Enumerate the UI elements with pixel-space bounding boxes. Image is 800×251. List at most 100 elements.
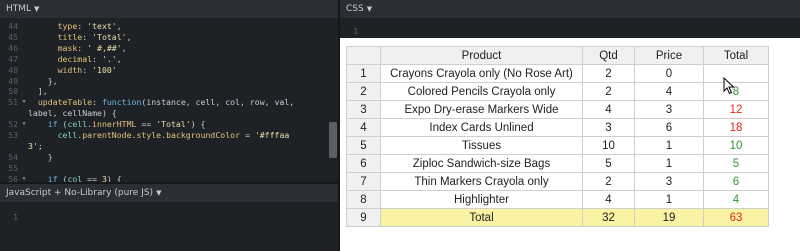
code-line: 48 width: '100' bbox=[0, 65, 328, 76]
price-cell[interactable]: 4 bbox=[634, 82, 704, 101]
code-token: , bbox=[116, 21, 122, 31]
price-cell[interactable]: 3 bbox=[634, 100, 704, 119]
code-line: 56 ▼ if (col == 3) { bbox=[0, 174, 328, 182]
qtd-cell[interactable]: 5 bbox=[582, 154, 635, 173]
price-cell[interactable]: 1 bbox=[634, 154, 704, 173]
code-token: style bbox=[136, 130, 162, 140]
product-cell[interactable]: Index Cards Unlined bbox=[380, 118, 583, 137]
row-number-cell[interactable]: 2 bbox=[346, 82, 381, 101]
total-cell[interactable]: 18 bbox=[703, 118, 769, 137]
html-panel-label: HTML bbox=[6, 4, 32, 14]
code-line: 49 }, bbox=[0, 76, 328, 87]
code-token: ) { bbox=[190, 119, 206, 130]
total-cell[interactable]: 10 bbox=[703, 136, 769, 155]
code-token: == bbox=[136, 119, 157, 130]
price-cell[interactable]: 6 bbox=[634, 118, 704, 137]
row-number-cell[interactable]: 7 bbox=[346, 172, 381, 191]
code-token: 'Total' bbox=[156, 119, 191, 130]
css-panel-header[interactable]: CSS ▼ bbox=[340, 0, 800, 18]
total-cell[interactable]: 5 bbox=[703, 154, 769, 173]
row-number-cell[interactable]: 4 bbox=[346, 118, 381, 137]
total-cell[interactable]: 12 bbox=[703, 100, 769, 119]
code-token: type bbox=[57, 21, 78, 31]
qtd-cell[interactable]: 4 bbox=[582, 190, 635, 209]
qtd-cell[interactable]: 3 bbox=[582, 118, 635, 137]
code-token: decimal bbox=[57, 53, 93, 64]
price-cell[interactable]: 1 bbox=[634, 190, 704, 209]
line-number: 56 bbox=[8, 173, 18, 182]
qtd-cell[interactable]: 4 bbox=[582, 100, 635, 119]
qtd-cell[interactable]: 2 bbox=[582, 82, 635, 101]
line-number: 48 bbox=[8, 64, 18, 75]
price-cell[interactable]: 3 bbox=[634, 172, 704, 191]
row-number-cell[interactable]: 6 bbox=[346, 154, 381, 173]
product-cell[interactable]: Colored Pencils Crayola only bbox=[380, 82, 583, 101]
code-token: col bbox=[67, 173, 83, 182]
css-code-editor[interactable]: 1 bbox=[340, 18, 800, 38]
fold-arrow-icon[interactable]: ▼ bbox=[20, 97, 28, 108]
row-number-cell[interactable]: 1 bbox=[346, 64, 381, 83]
product-cell[interactable]: Highlighter bbox=[380, 190, 583, 209]
fold-arrow-icon[interactable]: ▼ bbox=[20, 174, 28, 182]
product-cell[interactable]: Crayons Crayola only (No Rose Art) bbox=[380, 64, 583, 83]
product-cell[interactable]: Total bbox=[380, 208, 583, 227]
table-row: 2 Colored Pencils Crayola only 2 4 8 bbox=[346, 82, 769, 101]
price-cell[interactable]: 1 bbox=[634, 136, 704, 155]
code-token: backgroundColor bbox=[166, 130, 241, 140]
qtd-cell[interactable]: 32 bbox=[582, 208, 635, 227]
chevron-down-icon[interactable]: ▼ bbox=[156, 189, 161, 197]
total-cell[interactable]: 63 bbox=[703, 208, 769, 227]
code-token: ], bbox=[28, 86, 48, 97]
js-panel-header[interactable]: JavaScript + No-Library (pure JS) ▼ bbox=[0, 184, 338, 202]
code-token: 'text' bbox=[87, 21, 117, 31]
code-token: ; bbox=[37, 140, 43, 151]
fold-arrow-icon[interactable]: ▼ bbox=[20, 119, 28, 130]
table-row: 9 Total 32 19 63 bbox=[346, 208, 769, 227]
code-token: '#fffaa bbox=[254, 130, 290, 140]
code-token: ) { bbox=[106, 173, 122, 182]
css-panel-label: CSS bbox=[346, 4, 364, 14]
chevron-down-icon[interactable]: ▼ bbox=[34, 5, 39, 13]
qtd-cell[interactable]: 10 bbox=[582, 136, 635, 155]
html-panel-header[interactable]: HTML ▼ bbox=[0, 0, 338, 18]
editor-scrollbar-thumb[interactable] bbox=[329, 122, 337, 158]
code-token: = bbox=[240, 130, 255, 140]
total-cell[interactable]: 4 bbox=[703, 190, 769, 209]
code-line: 51 ▼ updateTable: function(instance, cell… bbox=[0, 97, 328, 108]
code-token: : bbox=[82, 64, 93, 75]
row-number-cell[interactable]: 5 bbox=[346, 136, 381, 155]
table-body: 1 Crayons Crayola only (No Rose Art) 2 0 2 Co… bbox=[346, 64, 769, 227]
product-cell[interactable]: Tissues bbox=[380, 136, 583, 155]
row-number-cell[interactable]: 3 bbox=[346, 100, 381, 119]
total-cell[interactable]: 6 bbox=[703, 172, 769, 191]
column-header-product[interactable]: Product bbox=[380, 46, 583, 65]
code-token: if bbox=[47, 173, 58, 182]
column-header-qtd[interactable]: Qtd bbox=[582, 46, 635, 65]
code-token: , bbox=[121, 42, 127, 53]
line-number: 1 bbox=[13, 212, 18, 222]
code-token: function bbox=[101, 97, 142, 108]
code-token: }, bbox=[28, 75, 58, 86]
row-number-cell[interactable]: 9 bbox=[346, 208, 381, 227]
chevron-down-icon[interactable]: ▼ bbox=[367, 5, 372, 13]
code-line: 3'; bbox=[0, 141, 328, 152]
column-header-total[interactable]: Total bbox=[703, 46, 769, 65]
html-code-editor[interactable]: 44 type: 'text', 45 title: 'Total', 46 mas… bbox=[0, 18, 338, 182]
qtd-cell[interactable]: 2 bbox=[582, 64, 635, 83]
row-number-cell[interactable]: 8 bbox=[346, 190, 381, 209]
product-cell[interactable]: Expo Dry-erase Markers Wide bbox=[380, 100, 583, 119]
qtd-cell[interactable]: 2 bbox=[582, 172, 635, 191]
price-cell[interactable]: 19 bbox=[634, 208, 704, 227]
line-number: 1 bbox=[353, 26, 358, 36]
js-code-editor[interactable]: 1 bbox=[0, 202, 338, 251]
price-cell[interactable]: 0 bbox=[634, 64, 704, 83]
product-cell[interactable]: Ziploc Sandwich-size Bags bbox=[380, 154, 583, 173]
column-header-price[interactable]: Price bbox=[634, 46, 704, 65]
product-cell[interactable]: Thin Markers Crayola only bbox=[380, 172, 583, 191]
corner-cell[interactable] bbox=[346, 46, 381, 65]
table-row: 3 Expo Dry-erase Markers Wide 4 3 12 bbox=[346, 100, 769, 119]
table-row: 7 Thin Markers Crayola only 2 3 6 bbox=[346, 172, 769, 191]
